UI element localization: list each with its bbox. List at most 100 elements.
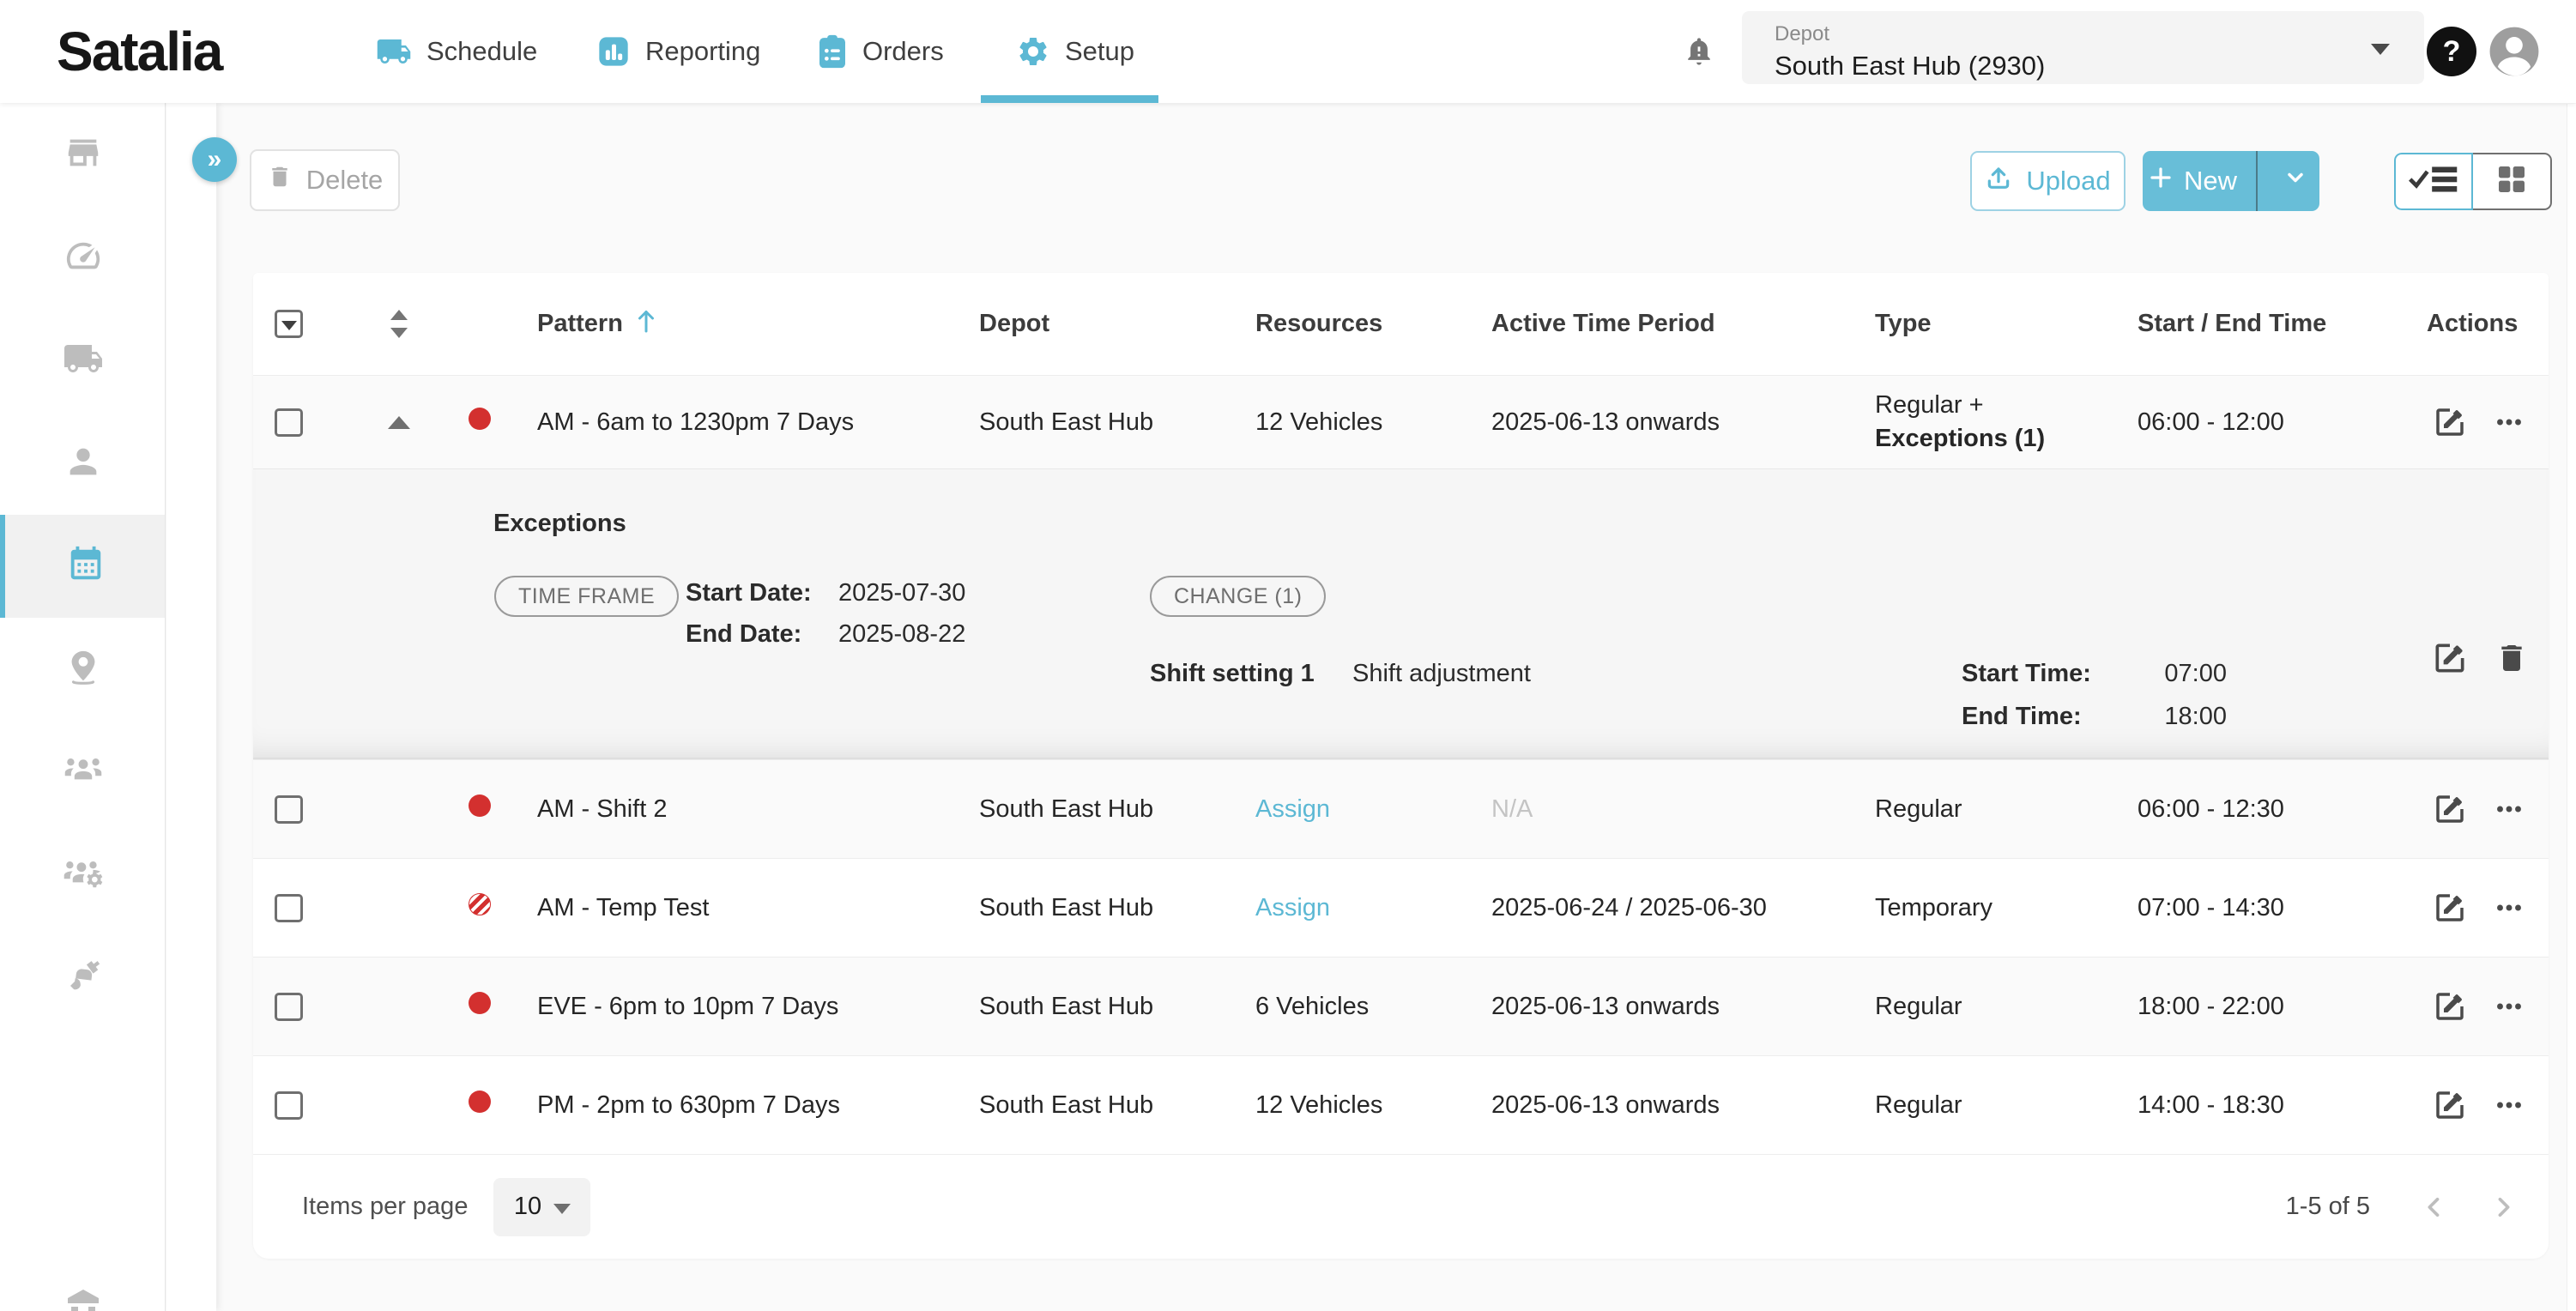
table-body: AM - 6am to 1230pm 7 Days South East Hub…	[253, 375, 2549, 1154]
new-button[interactable]: New	[2143, 151, 2242, 211]
assign-link[interactable]: Assign	[1255, 894, 1491, 922]
edit-row-button[interactable]	[2432, 404, 2468, 440]
ellipsis-icon	[2494, 794, 2525, 825]
status-dot	[469, 408, 491, 430]
row-checkbox[interactable]	[275, 1091, 303, 1120]
active-period-cell: 2025-06-13 onwards	[1491, 993, 1875, 1021]
sidebar-item-locations[interactable]	[0, 618, 166, 721]
clipboard-list-icon	[817, 34, 848, 69]
column-header-depot[interactable]: Depot	[979, 310, 1255, 338]
actions-cell	[2427, 404, 2549, 440]
table-row[interactable]: AM - Temp Test South East Hub Assign 202…	[253, 858, 2549, 957]
sidebar-item-vehicles[interactable]	[0, 309, 166, 412]
actions-cell	[2427, 890, 2549, 926]
upload-button[interactable]: Upload	[1970, 151, 2126, 211]
row-menu-button[interactable]	[2494, 991, 2525, 1022]
assign-link[interactable]: Assign	[1255, 795, 1491, 824]
row-menu-button[interactable]	[2494, 1090, 2525, 1121]
sidebar-item-partial[interactable]	[0, 1284, 166, 1311]
ellipsis-icon	[2494, 892, 2525, 923]
delete-button[interactable]: Delete	[250, 149, 400, 211]
collapse-row-arrow-icon[interactable]	[388, 416, 410, 429]
tab-setup[interactable]: Setup	[1016, 0, 1134, 103]
expand-collapse-all-control[interactable]	[390, 310, 408, 338]
edit-icon	[2432, 890, 2468, 926]
depot-cell: South East Hub	[979, 795, 1255, 824]
previous-page-button[interactable]	[2420, 1193, 2449, 1222]
account-button[interactable]	[2488, 25, 2541, 82]
active-period-cell: 2025-06-24 / 2025-06-30	[1491, 894, 1875, 922]
time-cell: 18:00 - 22:00	[2138, 993, 2427, 1021]
list-view-button[interactable]	[2394, 153, 2473, 210]
upload-icon	[1985, 164, 2012, 198]
edit-exception-button[interactable]	[2431, 639, 2469, 684]
resources-cell: 12 Vehicles	[1255, 1091, 1491, 1120]
notifications-button[interactable]	[1684, 31, 1714, 76]
select-all-checkbox[interactable]	[275, 310, 303, 338]
table-row[interactable]: EVE - 6pm to 10pm 7 Days South East Hub …	[253, 957, 2549, 1055]
grid-view-button[interactable]	[2473, 153, 2552, 210]
help-button[interactable]: ?	[2427, 27, 2476, 76]
edit-row-button[interactable]	[2432, 890, 2468, 926]
sidebar-item-dashboard[interactable]	[0, 206, 166, 309]
sidebar-expand-button[interactable]: »	[192, 137, 237, 182]
start-date-value: 2025-07-30	[838, 579, 965, 607]
row-checkbox[interactable]	[275, 894, 303, 922]
page-size-select[interactable]: 10	[493, 1178, 590, 1236]
actions-cell	[2427, 988, 2549, 1024]
type-cell: Regular + Exceptions (1)	[1875, 391, 2138, 453]
table-row[interactable]: PM - 2pm to 630pm 7 Days South East Hub …	[253, 1055, 2549, 1154]
active-period-cell: 2025-06-13 onwards	[1491, 408, 1875, 437]
row-checkbox[interactable]	[275, 993, 303, 1021]
tab-reporting[interactable]: Reporting	[596, 0, 760, 103]
tab-schedule-label: Schedule	[426, 36, 537, 67]
pagination-range: 1-5 of 5	[2286, 1193, 2370, 1221]
column-header-resources[interactable]: Resources	[1255, 310, 1491, 338]
bell-alert-icon	[1684, 31, 1714, 76]
edit-row-button[interactable]	[2432, 1087, 2468, 1123]
new-button-label: New	[2184, 166, 2237, 196]
sidebar-item-store[interactable]	[0, 103, 166, 206]
actions-cell	[2427, 791, 2549, 827]
end-time-label: End Time:	[1962, 703, 2082, 731]
sidebar-item-integrations[interactable]	[0, 927, 166, 1030]
row-checkbox[interactable]	[275, 408, 303, 437]
column-header-pattern[interactable]: Pattern	[511, 308, 979, 341]
depot-cell: South East Hub	[979, 993, 1255, 1021]
tab-orders[interactable]: Orders	[817, 0, 944, 103]
delete-exception-button[interactable]	[2494, 641, 2529, 682]
shift-setting-label: Shift setting 1	[1150, 660, 1315, 688]
edit-row-button[interactable]	[2432, 791, 2468, 827]
exception-dates: Start Date: 2025-07-30 End Date: 2025-08…	[686, 579, 965, 649]
edit-row-button[interactable]	[2432, 988, 2468, 1024]
chevron-down-icon	[2371, 44, 2390, 55]
row-checkbox[interactable]	[275, 795, 303, 824]
depot-selector[interactable]: Depot South East Hub (2930)	[1742, 11, 2424, 84]
row-menu-button[interactable]	[2494, 892, 2525, 923]
column-header-type[interactable]: Type	[1875, 310, 2138, 338]
column-header-start-end-time[interactable]: Start / End Time	[2138, 310, 2427, 338]
pattern-cell: AM - 6am to 1230pm 7 Days	[511, 408, 979, 437]
sidebar-item-user-management[interactable]	[0, 824, 166, 927]
new-dropdown-button[interactable]	[2271, 151, 2319, 211]
main-content: Delete Upload New	[216, 103, 2576, 1311]
next-page-button[interactable]	[2488, 1193, 2518, 1222]
row-menu-button[interactable]	[2494, 794, 2525, 825]
time-frame-badge: TIME FRAME	[494, 576, 679, 617]
active-period-cell: N/A	[1491, 795, 1875, 824]
ellipsis-icon	[2494, 1090, 2525, 1121]
table-row[interactable]: AM - 6am to 1230pm 7 Days South East Hub…	[253, 375, 2549, 468]
table-row[interactable]: AM - Shift 2 South East Hub Assign N/A R…	[253, 759, 2549, 858]
sidebar-item-teams[interactable]	[0, 721, 166, 824]
row-menu-button[interactable]	[2494, 407, 2525, 438]
column-header-active-time-period[interactable]: Active Time Period	[1491, 310, 1875, 338]
status-dot	[469, 794, 491, 817]
page-scrollbar[interactable]	[2567, 104, 2576, 1311]
sidebar-item-shift-patterns[interactable]	[0, 515, 166, 618]
sidebar-item-drivers[interactable]	[0, 412, 166, 515]
pattern-cell: PM - 2pm to 630pm 7 Days	[511, 1091, 979, 1120]
hub-icon	[63, 1284, 104, 1311]
pattern-cell: AM - Shift 2	[511, 795, 979, 824]
tab-schedule[interactable]: Schedule	[376, 0, 537, 103]
resources-cell: 6 Vehicles	[1255, 993, 1491, 1021]
